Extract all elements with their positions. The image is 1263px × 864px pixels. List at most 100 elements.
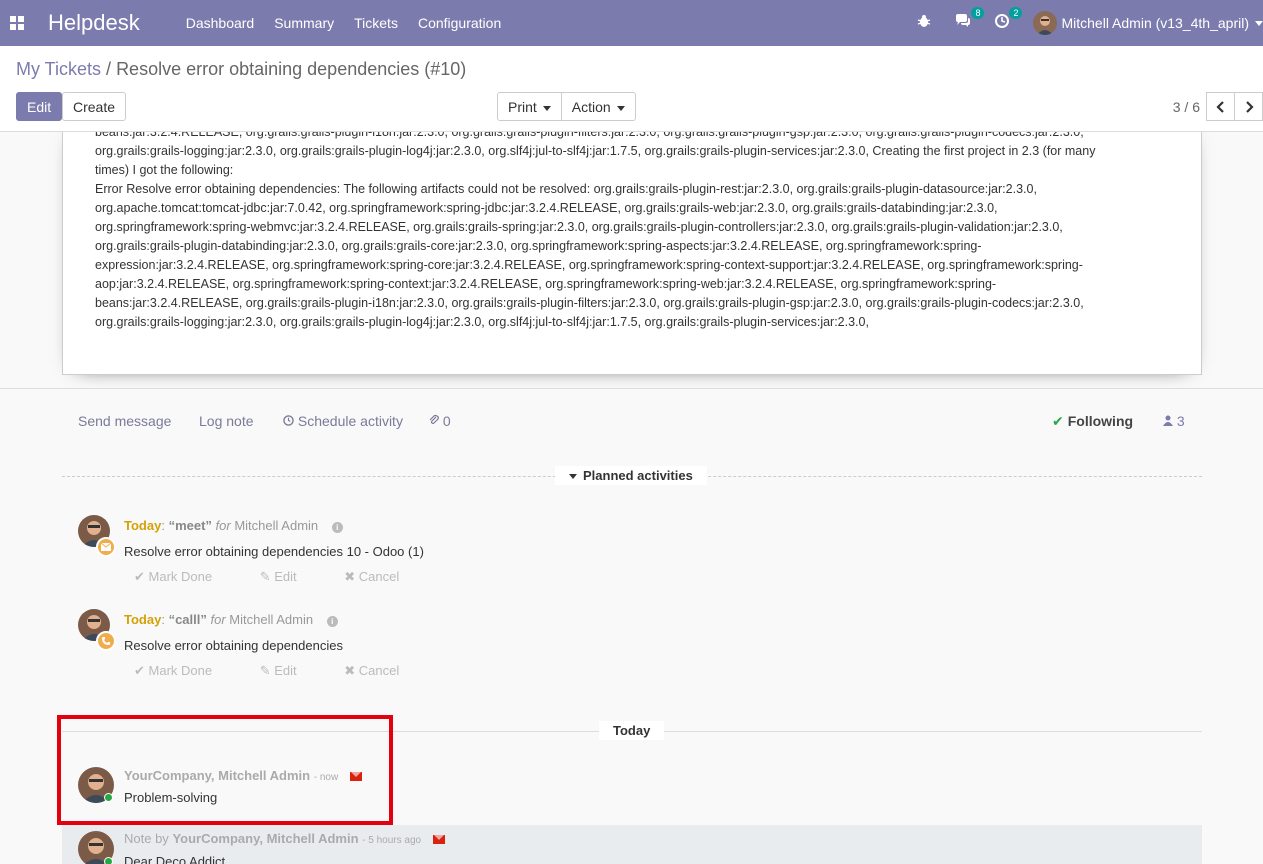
- apps-menu-icon[interactable]: [10, 16, 24, 30]
- description-line: org.grails:grails-plugin-databinding:jar…: [95, 239, 982, 253]
- message-header: YourCompany, Mitchell Admin - now: [124, 768, 362, 783]
- cancel-activity-button[interactable]: ✖ Cancel: [344, 569, 421, 584]
- messaging-chat-icon[interactable]: 8: [955, 7, 985, 32]
- message-time: 5 hours ago: [368, 835, 422, 846]
- paperclip-icon: [429, 414, 439, 425]
- planned-activities-toggle[interactable]: Planned activities: [555, 466, 707, 485]
- app-brand[interactable]: Helpdesk: [48, 10, 140, 36]
- attachments-count: 0: [442, 413, 451, 429]
- edit-button[interactable]: Edit: [16, 92, 63, 121]
- activity-text: Resolve error obtaining dependencies 10 …: [124, 544, 424, 559]
- pager-previous-button[interactable]: [1206, 92, 1235, 121]
- print-dropdown[interactable]: Print: [497, 92, 562, 121]
- chatter: Send message Log note Schedule activity …: [0, 388, 1263, 864]
- description-line: beans:jar:3.2.4.RELEASE, org.grails:grai…: [95, 132, 1084, 139]
- ticket-description: beans:jar:3.2.4.RELEASE, org.grails:grai…: [95, 132, 1155, 332]
- systray: 8 2 Mitchell Admin (v13_4th_april): [917, 0, 1263, 46]
- chevron-right-icon: [1245, 100, 1254, 113]
- mark-done-button[interactable]: ✔ Mark Done: [134, 663, 234, 678]
- menu-tickets[interactable]: Tickets: [354, 15, 398, 31]
- create-button[interactable]: Create: [62, 92, 127, 121]
- chatter-topbar: Send message Log note Schedule activity …: [62, 413, 1202, 433]
- message-author[interactable]: YourCompany, Mitchell Admin: [172, 831, 358, 846]
- activity-date: Today: [124, 518, 162, 533]
- edit-activity-button[interactable]: ✎ Edit: [260, 663, 319, 678]
- activity-header: Today: “meet” for Mitchell Admin i: [124, 518, 343, 533]
- breadcrumb-current: Resolve error obtaining dependencies (#1…: [116, 59, 467, 79]
- user-name: Mitchell Admin (v13_4th_april): [1061, 15, 1249, 31]
- description-line: org.grails:grails-logging:jar:2.3.0, org…: [95, 315, 869, 329]
- pager-next-button[interactable]: [1234, 92, 1263, 121]
- send-message-button[interactable]: Send message: [78, 413, 171, 429]
- breadcrumb-separator: /: [106, 59, 112, 79]
- mark-done-label: Mark Done: [148, 569, 213, 584]
- activity-header: Today: “calll” for Mitchell Admin i: [124, 612, 338, 627]
- online-status-icon: [104, 793, 113, 802]
- info-icon[interactable]: i: [331, 522, 343, 533]
- envelope-icon: [349, 772, 362, 782]
- caret-down-icon: [569, 474, 577, 480]
- user-menu[interactable]: Mitchell Admin (v13_4th_april): [1033, 11, 1263, 35]
- edit-activity-label: Edit: [274, 569, 297, 584]
- form-content: beans:jar:3.2.4.RELEASE, org.grails:grai…: [0, 132, 1263, 864]
- pager: 3 / 6: [1173, 92, 1263, 121]
- attachments-button[interactable]: 0: [429, 413, 451, 429]
- info-icon[interactable]: i: [326, 616, 338, 627]
- schedule-activity-label: Schedule activity: [297, 413, 403, 429]
- activity-actions: ✔ Mark Done ✎ Edit ✖ Cancel: [134, 569, 443, 585]
- phone-activity-icon: [96, 631, 116, 651]
- messages-count-badge: 8: [971, 7, 985, 19]
- message-body: Problem-solving: [124, 790, 218, 805]
- form-sheet: beans:jar:3.2.4.RELEASE, org.grails:grai…: [62, 132, 1202, 375]
- top-navbar: Helpdesk Dashboard Summary Tickets Confi…: [0, 0, 1263, 46]
- schedule-activity-button[interactable]: Schedule activity: [283, 413, 403, 429]
- description-line: org.grails:grails-logging:jar:2.3.0, org…: [95, 144, 1096, 158]
- pager-value[interactable]: 3 / 6: [1173, 99, 1200, 115]
- followers-count: 3: [1176, 413, 1185, 429]
- cancel-activity-label: Cancel: [358, 663, 400, 678]
- note-prefix: Note by: [124, 831, 169, 846]
- description-line: aop:jar:3.2.4.RELEASE, org.springframewo…: [95, 277, 997, 291]
- note-item: Note by YourCompany, Mitchell Admin - 5 …: [62, 825, 1202, 864]
- planned-activities-label: Planned activities: [583, 468, 693, 483]
- main-menu: Dashboard Summary Tickets Configuration: [186, 15, 522, 31]
- activity-date: Today: [124, 612, 162, 627]
- mark-done-label: Mark Done: [148, 663, 213, 678]
- activity-assigned-user: Mitchell Admin: [229, 612, 314, 627]
- cancel-activity-button[interactable]: ✖ Cancel: [344, 663, 421, 678]
- activities-count-badge: 2: [1009, 7, 1023, 19]
- followers-button[interactable]: 3: [1163, 413, 1185, 429]
- mark-done-button[interactable]: ✔ Mark Done: [134, 569, 234, 584]
- message-time: now: [319, 772, 339, 783]
- activity-assigned-user: Mitchell Admin: [234, 518, 319, 533]
- menu-dashboard[interactable]: Dashboard: [186, 15, 255, 31]
- message-body: Dear Deco Addict,: [124, 854, 229, 864]
- following-label: Following: [1067, 413, 1134, 429]
- activity-actions: ✔ Mark Done ✎ Edit ✖ Cancel: [134, 663, 443, 679]
- description-line: times) I got the following:: [95, 163, 234, 177]
- activity-text: Resolve error obtaining dependencies: [124, 638, 343, 653]
- message-header: Note by YourCompany, Mitchell Admin - 5 …: [124, 831, 445, 846]
- description-line: org.springframework:spring-webmvc:jar:3.…: [95, 220, 1063, 234]
- activity-summary: “meet”: [168, 518, 212, 533]
- breadcrumb: My Tickets / Resolve error obtaining dep…: [16, 59, 466, 80]
- today-label: Today: [599, 721, 665, 740]
- action-dropdown[interactable]: Action: [560, 92, 636, 121]
- breadcrumb-my-tickets[interactable]: My Tickets: [16, 59, 101, 79]
- description-line: org.apache.tomcat:tomcat-jdbc:jar:7.0.42…: [95, 201, 998, 215]
- log-note-button[interactable]: Log note: [199, 413, 254, 429]
- control-panel: My Tickets / Resolve error obtaining dep…: [0, 46, 1263, 132]
- user-avatar: [1033, 11, 1058, 35]
- clock-icon: [283, 415, 294, 426]
- message-item: YourCompany, Mitchell Admin - now Proble…: [62, 761, 1202, 825]
- debug-bug-icon[interactable]: [917, 14, 931, 32]
- chevron-left-icon: [1215, 100, 1224, 113]
- following-button[interactable]: ✔ Following: [1052, 413, 1133, 430]
- message-author[interactable]: YourCompany, Mitchell Admin: [124, 768, 310, 783]
- menu-summary[interactable]: Summary: [274, 15, 334, 31]
- activity-for-label: for: [210, 612, 226, 627]
- email-activity-icon: [96, 537, 116, 557]
- menu-configuration[interactable]: Configuration: [418, 15, 501, 31]
- activity-clock-icon[interactable]: 2: [995, 7, 1023, 32]
- edit-activity-button[interactable]: ✎ Edit: [260, 569, 319, 584]
